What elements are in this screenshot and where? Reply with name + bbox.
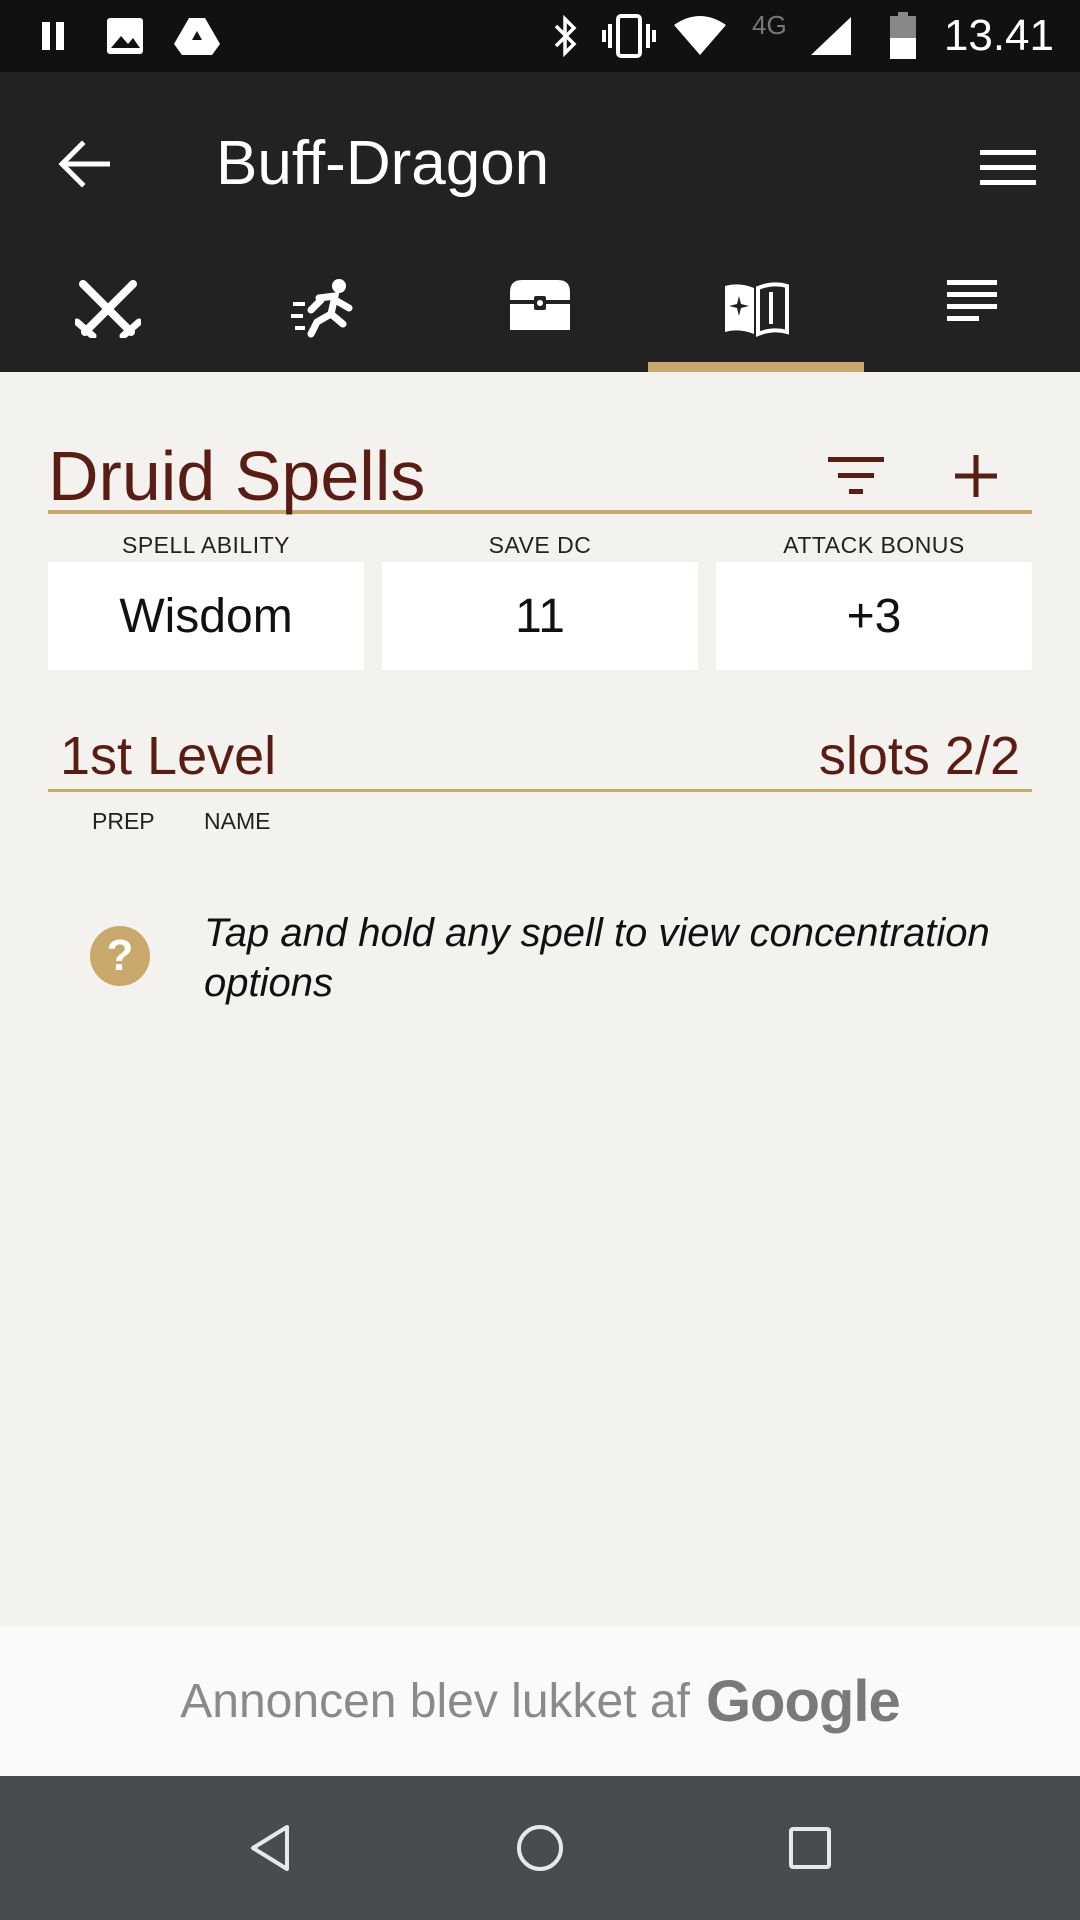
pause-icon xyxy=(38,14,68,58)
battery-icon xyxy=(888,12,918,59)
stat-value[interactable]: +3 xyxy=(716,562,1032,670)
square-recents-icon xyxy=(789,1827,831,1869)
nav-home-button[interactable] xyxy=(504,1812,576,1884)
circle-home-icon xyxy=(517,1825,563,1871)
triangle-back-icon xyxy=(251,1825,289,1871)
level-title: 1st Level xyxy=(60,726,277,786)
system-nav-bar xyxy=(0,1776,1080,1920)
bluetooth-icon xyxy=(548,14,582,58)
notes-lines-icon xyxy=(947,280,997,321)
column-name: NAME xyxy=(204,808,271,834)
ad-text: Annoncen blev lukket af xyxy=(180,1674,690,1728)
column-prep: PREP xyxy=(92,808,155,834)
tab-bar xyxy=(0,248,1080,372)
treasure-chest-icon xyxy=(510,280,570,330)
level-header[interactable]: 1st Level slots 2/2 xyxy=(48,718,1032,792)
add-spell-button[interactable] xyxy=(940,440,1012,512)
tab-selected-indicator xyxy=(648,362,864,372)
arrow-left-icon xyxy=(58,140,110,188)
hamburger-menu-icon xyxy=(980,150,1036,185)
app-bar: Buff-Dragon xyxy=(0,72,1080,372)
tab-inventory[interactable] xyxy=(432,248,648,372)
running-man-icon xyxy=(291,279,353,338)
spell-stats: SPELL ABILITY Wisdom SAVE DC 11 ATTACK B… xyxy=(48,528,1032,670)
crossed-swords-icon xyxy=(75,280,141,338)
tab-skills[interactable] xyxy=(216,248,432,372)
spell-slots[interactable]: slots 2/2 xyxy=(819,724,1020,788)
ad-brand: Google xyxy=(705,1668,901,1734)
clock: 13.41 xyxy=(943,11,1054,60)
status-bar: 4G 13.41 xyxy=(0,0,1080,72)
spellbook-icon xyxy=(725,282,789,337)
drive-icon xyxy=(172,14,222,58)
tab-spells[interactable] xyxy=(648,248,864,372)
stat-spell-ability: SPELL ABILITY Wisdom xyxy=(48,528,364,670)
nav-recents-button[interactable] xyxy=(774,1812,846,1884)
plus-icon xyxy=(955,455,997,497)
vibrate-icon xyxy=(600,14,658,58)
stat-value[interactable]: 11 xyxy=(382,562,698,670)
column-headers: PREP NAME xyxy=(48,808,1032,838)
stat-save-dc: SAVE DC 11 xyxy=(382,528,698,670)
signal-icon xyxy=(808,14,854,58)
wifi-icon xyxy=(672,14,728,58)
filter-button[interactable] xyxy=(820,440,892,512)
filter-icon xyxy=(828,457,884,494)
stat-label: ATTACK BONUS xyxy=(783,532,965,558)
image-icon xyxy=(104,14,146,58)
stat-value[interactable]: Wisdom xyxy=(48,562,364,670)
stat-attack-bonus: ATTACK BONUS +3 xyxy=(716,528,1032,670)
section-header: Druid Spells xyxy=(48,430,1032,515)
menu-button[interactable] xyxy=(972,132,1044,204)
nav-back-button[interactable] xyxy=(234,1812,306,1884)
hint-text: Tap and hold any spell to view concentra… xyxy=(204,911,990,1005)
stat-label: SPELL ABILITY xyxy=(121,532,291,558)
section-title: Druid Spells xyxy=(48,437,426,515)
network-type: 4G xyxy=(752,10,787,40)
ad-banner: Annoncen blev lukket af Google xyxy=(0,1626,1080,1776)
page-title: Buff-Dragon xyxy=(216,129,550,198)
tab-notes[interactable] xyxy=(864,248,1080,372)
stat-label: SAVE DC xyxy=(488,532,592,558)
back-button[interactable] xyxy=(48,128,120,200)
help-icon: ? xyxy=(90,926,150,986)
tab-combat[interactable] xyxy=(0,248,216,372)
